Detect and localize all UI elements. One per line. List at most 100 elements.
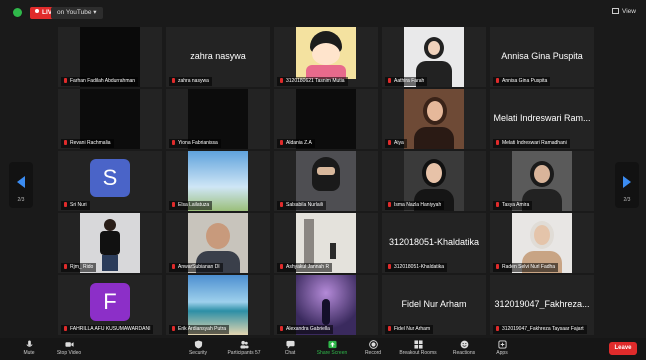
- stream-dropdown[interactable]: on YouTube ▾: [51, 7, 103, 19]
- breakout-rooms-icon: [413, 340, 423, 349]
- muted-mic-icon: [496, 140, 499, 145]
- view-label: View: [622, 8, 636, 15]
- muted-mic-icon: [172, 326, 175, 331]
- video-camera-icon: [64, 342, 74, 347]
- participant-tile[interactable]: Tasya Amira: [490, 151, 594, 211]
- page-indicator-right: 2/3: [623, 197, 631, 203]
- participant-tile[interactable]: 312019047_Fakhreza... 312019047_Fakhreza…: [490, 275, 594, 335]
- participant-name: Erik Ardiansyah Putra: [169, 325, 230, 334]
- muted-mic-icon: [172, 78, 175, 83]
- encryption-shield-icon[interactable]: [13, 8, 22, 17]
- participants-count: 57: [254, 350, 261, 356]
- participant-video: [296, 27, 356, 79]
- participants-button[interactable]: Participants 57: [224, 339, 264, 359]
- participant-display-name: 312019047_Fakhreza...: [494, 299, 590, 309]
- breakout-rooms-button[interactable]: Breakout Rooms: [398, 339, 438, 359]
- participant-tile[interactable]: 312018051-Khaldatika 312018051-Khaldatik…: [382, 213, 486, 273]
- participant-tile[interactable]: Fidel Nur Arham Fidel Nur Arham: [382, 275, 486, 335]
- participant-tile[interactable]: Aiya: [382, 89, 486, 149]
- participant-tile[interactable]: F FAHRILLA AFU KUSUMAWARDANI: [58, 275, 162, 335]
- participant-name: Revani Rachmalia: [61, 139, 114, 148]
- participant-tile[interactable]: Revani Rachmalia: [58, 89, 162, 149]
- participant-tile[interactable]: Annisa Gina Puspita Annisa Gina Puspita: [490, 27, 594, 87]
- participant-display-name: Melati Indreswari Ram...: [493, 113, 591, 123]
- participant-tile[interactable]: Salsabila Nurlaili: [274, 151, 378, 211]
- chevron-right-icon: [623, 176, 631, 188]
- muted-mic-icon: [496, 202, 499, 207]
- participant-name: 312018051-Khaldatika: [385, 263, 448, 272]
- participant-tile[interactable]: AnwarSubianan DI: [166, 213, 270, 273]
- shield-icon: [194, 340, 202, 349]
- participant-tile[interactable]: Farhan Fadilah Abdurrahman: [58, 27, 162, 87]
- participant-name: zahra nasywa: [169, 77, 212, 86]
- participants-label: Participants: [227, 350, 254, 356]
- participant-name: Alexandra Gabriella: [277, 325, 333, 334]
- participant-avatar: S: [90, 159, 130, 197]
- participant-tile[interactable]: Erik Ardiansyah Putra: [166, 275, 270, 335]
- record-button[interactable]: Record: [353, 339, 393, 359]
- leave-button[interactable]: Leave: [609, 342, 637, 355]
- participant-avatar: F: [90, 283, 130, 321]
- participant-name: Raden Selvi Nurl Fadha: [493, 263, 559, 272]
- apps-icon: [497, 340, 507, 349]
- gallery-grid-icon: [612, 8, 620, 14]
- participant-name: 312019047_Fakhreza Taysaar Fajart: [493, 325, 587, 334]
- page-indicator-left: 2/3: [17, 197, 25, 203]
- participant-display-name: Annisa Gina Puspita: [501, 51, 583, 61]
- participant-tile[interactable]: zahra nasywa zahra nasywa: [166, 27, 270, 87]
- security-button[interactable]: Security: [178, 339, 218, 359]
- participant-tile[interactable]: Isma Nazla Haniyyah: [382, 151, 486, 211]
- participant-tile[interactable]: Melati Indreswari Ram... Melati Indreswa…: [490, 89, 594, 149]
- stop-video-button[interactable]: Stop Video: [49, 339, 89, 359]
- microphone-icon: [25, 340, 33, 347]
- muted-mic-icon: [388, 264, 391, 269]
- mute-button[interactable]: Mute: [9, 339, 49, 359]
- chat-button[interactable]: Chat: [270, 339, 310, 359]
- participant-name: Salsabila Nurlaili: [277, 201, 326, 210]
- top-bar: LIVE on YouTube ▾ View: [0, 0, 646, 26]
- participant-tile[interactable]: 3120180621 Tasnim Mutia: [274, 27, 378, 87]
- apps-button[interactable]: Apps: [482, 339, 522, 359]
- chat-bubble-icon: [285, 340, 295, 349]
- muted-mic-icon: [64, 78, 67, 83]
- participant-tile[interactable]: Elsa Lailatuza: [166, 151, 270, 211]
- participant-name: FAHRILLA AFU KUSUMAWARDANI: [61, 325, 154, 334]
- share-screen-button[interactable]: Share Screen: [312, 339, 352, 359]
- participant-name: Isma Nazla Haniyyah: [385, 201, 445, 210]
- participant-name: Aiya: [385, 139, 407, 148]
- view-button[interactable]: View: [612, 8, 636, 15]
- participant-tile[interactable]: Aathira Farah: [382, 27, 486, 87]
- muted-mic-icon: [172, 140, 175, 145]
- gallery-grid: Farhan Fadilah Abdurrahman zahra nasywa …: [58, 27, 598, 335]
- muted-mic-icon: [280, 326, 283, 331]
- participant-name: Aldania Z.A: [277, 139, 315, 148]
- participant-name: Farhan Fadilah Abdurrahman: [61, 77, 139, 86]
- participant-name: Tasya Amira: [493, 201, 533, 210]
- previous-page-button[interactable]: 2/3: [9, 162, 33, 208]
- chevron-left-icon: [17, 176, 25, 188]
- reactions-button[interactable]: Reactions: [444, 339, 484, 359]
- participant-tile[interactable]: Rjm_ Rido: [58, 213, 162, 273]
- participant-name: Melati Indreswari Ramadhani: [493, 139, 570, 148]
- muted-mic-icon: [496, 264, 499, 269]
- stream-label: on YouTube: [57, 9, 92, 16]
- participant-tile[interactable]: S Sri Nuri: [58, 151, 162, 211]
- participant-tile[interactable]: Yiona Fabrianissa: [166, 89, 270, 149]
- participant-name: AnwarSubianan DI: [169, 263, 223, 272]
- muted-mic-icon: [64, 140, 67, 145]
- participant-video: [404, 89, 464, 149]
- participant-tile[interactable]: Raden Selvi Nurl Fadha: [490, 213, 594, 273]
- live-dot-icon: [35, 9, 39, 13]
- participant-name: Sri Nuri: [61, 201, 90, 210]
- muted-mic-icon: [388, 140, 391, 145]
- participant-name: Yiona Fabrianissa: [169, 139, 221, 148]
- participant-tile[interactable]: Aldania Z.A: [274, 89, 378, 149]
- participant-tile[interactable]: Ashyakul Jannah R: [274, 213, 378, 273]
- muted-mic-icon: [496, 326, 499, 331]
- participant-name: Fidel Nur Arham: [385, 325, 434, 334]
- participants-icon: [239, 340, 249, 349]
- muted-mic-icon: [280, 202, 283, 207]
- muted-mic-icon: [280, 78, 283, 83]
- next-page-button[interactable]: 2/3: [615, 162, 639, 208]
- participant-tile[interactable]: Alexandra Gabriella: [274, 275, 378, 335]
